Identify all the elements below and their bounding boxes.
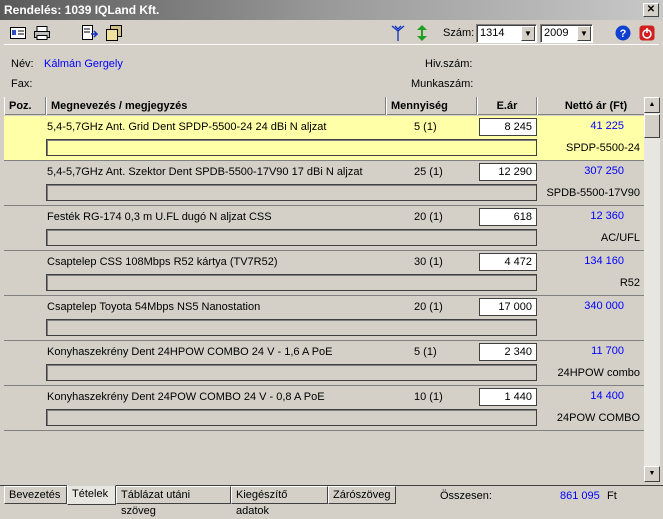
col-name[interactable]: Megnevezés / megjegyzés — [46, 97, 386, 115]
item-code: 24HPOW combo — [557, 367, 640, 379]
tab-tablazat-utani-szoveg[interactable]: Táblázat utáni szöveg — [116, 486, 231, 517]
window-title: Rendelés: 1039 IQLand Kft. — [4, 3, 160, 17]
year-select[interactable]: 2009 ▼ — [540, 24, 593, 43]
table-row[interactable]: Festék RG-174 0,3 m U.FL dugó N aljzat C… — [4, 206, 644, 251]
unit-price-field[interactable]: 8 245 — [479, 118, 537, 136]
col-poz[interactable]: Poz. — [4, 97, 46, 115]
item-name: Csaptelep Toyota 54Mbps NS5 Nanostation — [47, 301, 261, 313]
tab-tetelek[interactable]: Tételek — [67, 485, 116, 505]
tab-bevezetes[interactable]: Bevezetés — [4, 486, 67, 504]
item-qty: 30 (1) — [414, 256, 443, 268]
print-icon[interactable] — [32, 24, 52, 42]
item-name: Festék RG-174 0,3 m U.FL dugó N aljzat C… — [47, 211, 272, 223]
table-row[interactable]: Konyhaszekrény Dent 24POW COMBO 24 V - 0… — [4, 386, 644, 431]
nev-label: Név: — [11, 58, 34, 70]
net-price: 307 250 — [584, 165, 624, 177]
order-window: Rendelés: 1039 IQLand Kft. ✕ Szám: 1314 … — [0, 0, 663, 517]
item-qty: 10 (1) — [414, 391, 443, 403]
item-qty: 25 (1) — [414, 166, 443, 178]
toolbar: Szám: 1314 ▼ 2009 ▼ ? — [0, 22, 663, 44]
total-value: 861 095 — [560, 490, 600, 502]
note-field[interactable] — [46, 229, 537, 246]
item-qty: 5 (1) — [414, 121, 437, 133]
scroll-up-icon[interactable]: ▲ — [644, 97, 660, 113]
customer-info: Név: Kálmán Gergely Fax: Hiv.szám: Munka… — [4, 44, 659, 94]
tab-bar: Bevezetés Tételek Táblázat utáni szöveg … — [0, 485, 663, 517]
scroll-down-icon[interactable]: ▼ — [644, 466, 660, 482]
chevron-down-icon[interactable]: ▼ — [577, 26, 591, 41]
fax-label: Fax: — [11, 78, 33, 90]
tab-kiegeszito-adatok[interactable]: Kiegészítő adatok — [231, 486, 328, 517]
item-qty: 20 (1) — [414, 301, 443, 313]
export-icon[interactable] — [80, 24, 100, 42]
item-name: Konyhaszekrény Dent 24HPOW COMBO 24 V - … — [47, 346, 333, 358]
hivszam-label: Hiv.szám: — [425, 58, 473, 70]
szam-select[interactable]: 1314 ▼ — [476, 24, 537, 43]
item-name: Konyhaszekrény Dent 24POW COMBO 24 V - 0… — [47, 391, 325, 403]
szam-value: 1314 — [480, 27, 505, 39]
item-name: Csaptelep CSS 108Mbps R52 kártya (TV7R52… — [47, 256, 278, 268]
net-price: 14 400 — [590, 390, 624, 402]
net-price: 340 000 — [584, 300, 624, 312]
col-qty[interactable]: Mennyiség — [386, 97, 477, 115]
chevron-down-icon[interactable]: ▼ — [521, 26, 535, 41]
close-icon[interactable]: ✕ — [643, 3, 659, 17]
unit-price-field[interactable]: 17 000 — [479, 298, 537, 316]
net-price: 12 360 — [590, 210, 624, 222]
copy-icon[interactable] — [104, 24, 124, 42]
scroll-thumb[interactable] — [644, 114, 660, 138]
note-field[interactable] — [46, 184, 537, 201]
unit-price-field[interactable]: 4 472 — [479, 253, 537, 271]
note-field[interactable] — [46, 274, 537, 291]
col-net[interactable]: Nettó ár (Ft) — [537, 97, 655, 115]
item-code: SPDP-5500-24 — [566, 142, 640, 154]
card-icon[interactable] — [8, 24, 28, 42]
munkaszam-label: Munkaszám: — [411, 78, 474, 90]
item-qty: 20 (1) — [414, 211, 443, 223]
items-table-header: Poz. Megnevezés / megjegyzés Mennyiség E… — [4, 97, 655, 115]
item-qty: 5 (1) — [414, 346, 437, 358]
svg-text:?: ? — [620, 28, 627, 40]
table-row[interactable]: Csaptelep Toyota 54Mbps NS5 Nanostation 2… — [4, 296, 644, 341]
table-row[interactable]: 5,4-5,7GHz Ant. Grid Dent SPDP-5500-24 2… — [4, 116, 644, 161]
net-price: 11 700 — [591, 345, 624, 357]
antenna-icon[interactable] — [388, 24, 408, 42]
szam-label: Szám: — [443, 27, 475, 39]
power-icon[interactable] — [637, 24, 657, 42]
col-price[interactable]: E.ár — [477, 97, 537, 115]
nev-value: Kálmán Gergely — [44, 58, 123, 70]
items-table-body: 5,4-5,7GHz Ant. Grid Dent SPDP-5500-24 2… — [4, 116, 644, 482]
unit-price-field[interactable]: 2 340 — [479, 343, 537, 361]
help-icon[interactable]: ? — [613, 24, 633, 42]
item-name: 5,4-5,7GHz Ant. Szektor Dent SPDB-5500-1… — [47, 166, 363, 178]
vertical-scrollbar[interactable]: ▲ ▼ — [644, 97, 660, 482]
item-code: R52 — [619, 277, 640, 289]
item-code: SPDB-5500-17V90 — [546, 187, 640, 199]
unit-price-field[interactable]: 1 440 — [479, 388, 537, 406]
item-name: 5,4-5,7GHz Ant. Grid Dent SPDP-5500-24 2… — [47, 121, 327, 133]
note-field[interactable] — [46, 319, 537, 336]
tab-zaroszoveg[interactable]: Zárószöveg — [328, 486, 396, 504]
total-currency: Ft — [607, 490, 617, 502]
unit-price-field[interactable]: 618 — [479, 208, 537, 226]
note-field[interactable] — [46, 139, 537, 156]
table-row[interactable]: Csaptelep CSS 108Mbps R52 kártya (TV7R52… — [4, 251, 644, 296]
sort-arrows-icon[interactable] — [412, 24, 432, 42]
item-code: 24POW COMBO — [556, 412, 640, 424]
net-price: 41 225 — [590, 120, 624, 132]
note-field[interactable] — [46, 409, 537, 426]
note-field[interactable] — [46, 364, 537, 381]
year-value: 2009 — [544, 27, 569, 39]
table-row[interactable]: Konyhaszekrény Dent 24HPOW COMBO 24 V - … — [4, 341, 644, 386]
total-label: Összesen: — [440, 490, 492, 502]
unit-price-field[interactable]: 12 290 — [479, 163, 537, 181]
net-price: 134 160 — [584, 255, 624, 267]
item-code: AC/UFL — [600, 232, 640, 244]
title-bar: Rendelés: 1039 IQLand Kft. ✕ — [0, 0, 663, 20]
table-row[interactable]: 5,4-5,7GHz Ant. Szektor Dent SPDB-5500-1… — [4, 161, 644, 206]
